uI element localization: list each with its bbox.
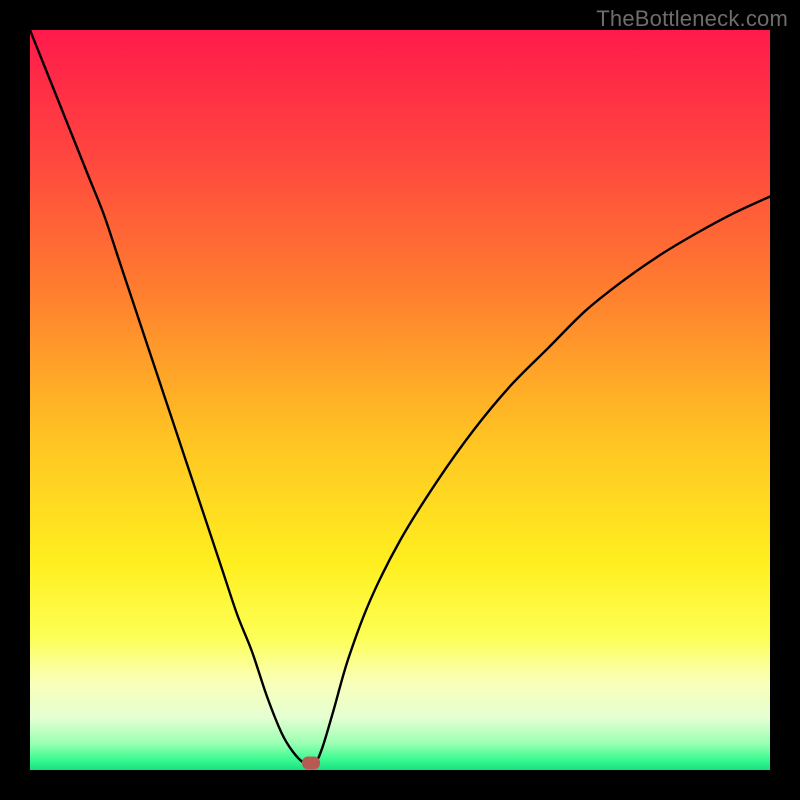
minimum-marker [302,756,320,769]
bottleneck-curve [30,30,770,764]
watermark-text: TheBottleneck.com [596,6,788,32]
plot-area [30,30,770,770]
chart-frame: TheBottleneck.com [0,0,800,800]
curve-layer [30,30,770,770]
